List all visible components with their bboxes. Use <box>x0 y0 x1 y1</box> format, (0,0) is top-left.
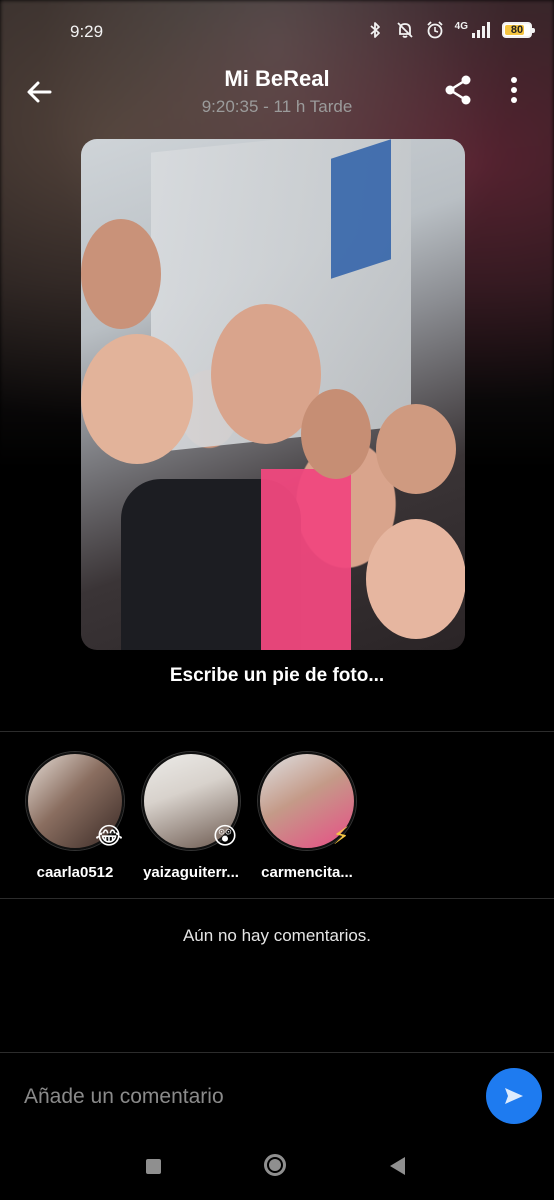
status-bar: 9:29 4G 80 <box>0 0 554 62</box>
header: Mi BeReal 9:20:35 - 11 h Tarde <box>0 62 554 126</box>
no-comments-text: Aún no hay comentarios. <box>182 926 372 945</box>
reaction-emoji: ⚡ <box>332 823 350 850</box>
photo-pink-shirt <box>261 469 351 650</box>
photo-face <box>81 219 161 329</box>
battery-percent: 80 <box>510 24 524 36</box>
recents-icon[interactable] <box>146 1159 161 1174</box>
home-icon[interactable] <box>264 1154 286 1176</box>
mute-icon <box>397 22 413 38</box>
send-icon <box>505 1088 523 1104</box>
send-button[interactable] <box>486 1068 542 1124</box>
status-icons: 4G 80 <box>365 20 535 40</box>
caption-prompt[interactable]: Escribe un pie de foto... <box>0 665 554 687</box>
more-vertical-icon[interactable] <box>498 72 530 108</box>
comment-bar <box>0 1060 554 1130</box>
comment-input[interactable] <box>22 1078 466 1116</box>
avatar[interactable]: 😲 <box>142 752 240 850</box>
reaction-emoji: 😂 <box>94 823 124 850</box>
divider <box>0 1052 554 1053</box>
battery-icon: 80 <box>502 22 535 38</box>
system-nav-bar <box>0 1140 554 1200</box>
reactions-row: 😂 caarla0512 😲 yaizaguiterr... ⚡ carmenc… <box>0 752 554 887</box>
back-nav-icon[interactable] <box>390 1157 405 1175</box>
reaction-username: carmencita... <box>261 864 353 881</box>
home-icon-inner <box>269 1159 281 1171</box>
bluetooth-icon <box>370 22 380 38</box>
reaction-emoji: 😲 <box>212 823 238 850</box>
reaction-item[interactable]: 😂 caarla0512 <box>10 752 140 881</box>
battery-tip <box>532 28 535 33</box>
reaction-item[interactable]: ⚡ carmencita... <box>242 752 372 881</box>
reaction-username: caarla0512 <box>36 864 114 881</box>
share-icon[interactable] <box>440 72 476 108</box>
reaction-item[interactable]: 😲 yaizaguiterr... <box>126 752 256 881</box>
avatar[interactable]: ⚡ <box>258 752 356 850</box>
alarm-icon <box>427 21 443 39</box>
photo-sign <box>331 139 391 279</box>
divider <box>0 898 554 899</box>
selfie-photo[interactable] <box>81 139 465 650</box>
photo-face <box>81 334 193 464</box>
photo-face <box>376 404 456 494</box>
reaction-username: yaizaguiterr... <box>143 864 239 881</box>
avatar[interactable]: 😂 <box>26 752 124 850</box>
signal-icon <box>472 22 490 38</box>
photo-face <box>366 519 465 639</box>
status-time: 9:29 <box>70 22 104 41</box>
network-label: 4G <box>454 20 468 32</box>
divider <box>0 731 554 732</box>
photo-face <box>301 389 371 479</box>
